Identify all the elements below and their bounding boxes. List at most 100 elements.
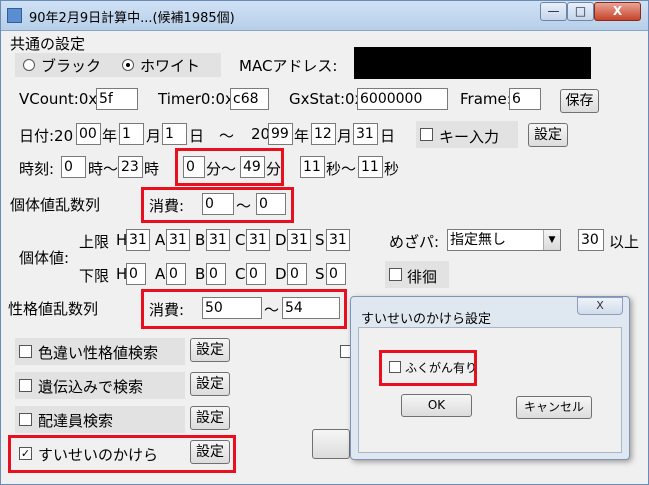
title-bar[interactable]: 90年2月9日計算中...(候補1985個) — □ X — [1, 1, 648, 31]
close-button[interactable]: X — [594, 2, 641, 21]
iv-upper-b-input[interactable]: 31 — [206, 229, 230, 251]
dialog-ok-button[interactable]: OK — [401, 394, 472, 417]
maximize-button[interactable]: □ — [567, 2, 594, 21]
frame-input[interactable]: 6 — [509, 88, 541, 110]
chevron-down-icon[interactable]: ▼ — [543, 230, 560, 250]
timer0-input[interactable]: c68 — [230, 88, 269, 110]
radio-black-label[interactable]: ブラック — [41, 55, 101, 76]
dialog-close-button[interactable]: X — [577, 297, 623, 315]
date-tilde: ～ — [219, 127, 235, 145]
hour-unit: 時～ — [88, 160, 119, 178]
key-input-label[interactable]: キー入力 — [439, 126, 499, 147]
gxstat-input[interactable]: 6000000 — [357, 88, 448, 110]
mezapa-power-input[interactable]: 30 — [578, 229, 604, 251]
comet-shard-settings-dialog: すいせいのかけら設定 X ふくがん有り OK キャンセル — [350, 296, 630, 460]
dialog-title: すいせいのかけら設定 — [361, 312, 492, 327]
date-start-month-input[interactable]: 1 — [119, 123, 144, 145]
iv-lower-stat-d: D — [275, 265, 287, 283]
pid-rng-highlight — [141, 289, 347, 329]
iv-lower-h-input[interactable]: 0 — [126, 263, 146, 285]
iv-upper-stat-a: A — [155, 231, 166, 249]
hour-to-input[interactable]: 23 — [118, 156, 143, 178]
shiny-search-checkbox[interactable] — [19, 345, 32, 358]
iv-label: 個体値: — [19, 249, 70, 267]
hour-from-input[interactable]: 0 — [61, 156, 86, 178]
delivery-search-settings-button[interactable]: 設定 — [190, 406, 230, 430]
iv-upper-stat-d: D — [275, 231, 287, 249]
iv-lower-stat-c: C — [235, 265, 246, 283]
haikai-label[interactable]: 徘徊 — [407, 266, 437, 287]
iv-lower-stat-s: S — [315, 265, 325, 283]
dialog-body — [358, 327, 622, 453]
iv-upper-stat-s: S — [315, 231, 325, 249]
iv-upper-stat-c: C — [235, 231, 246, 249]
key-input-settings-button[interactable]: 設定 — [528, 123, 568, 147]
iv-rng-highlight — [141, 187, 294, 223]
vcount-input[interactable]: 5f — [96, 88, 138, 110]
iv-lower-b-input[interactable]: 0 — [206, 263, 226, 285]
minimize-button[interactable]: — — [540, 2, 567, 21]
fukugan-highlight — [379, 350, 477, 386]
time-label: 時刻: — [19, 160, 55, 178]
iv-lower-stat-a: A — [155, 265, 166, 283]
iv-upper-c-input[interactable]: 31 — [246, 229, 270, 251]
radio-white[interactable] — [122, 59, 134, 71]
main-window: 90年2月9日計算中...(候補1985個) — □ X 共通の設定 ブラック … — [0, 0, 649, 485]
mezapa-select[interactable]: 指定無し ▼ — [447, 229, 561, 251]
shiny-search-label[interactable]: 色違い性格値検索 — [38, 342, 158, 363]
iv-lower-stat-b: B — [195, 265, 206, 283]
vcount-label: VCount:0x — [19, 90, 98, 108]
gxstat-label: GxStat:0x — [289, 90, 364, 108]
save-button[interactable]: 保存 — [560, 89, 599, 113]
iv-lower-c-input[interactable]: 0 — [246, 263, 266, 285]
iv-upper-label: 上限 — [79, 233, 110, 251]
date-end-day-input[interactable]: 31 — [353, 123, 378, 145]
delivery-search-checkbox[interactable] — [19, 413, 32, 426]
day-unit-end: 日 — [380, 127, 396, 145]
iv-lower-s-input[interactable]: 0 — [326, 263, 346, 285]
iv-upper-stat-b: B — [195, 231, 206, 249]
inherit-search-checkbox[interactable] — [19, 379, 32, 392]
iv-lower-a-input[interactable]: 0 — [166, 263, 186, 285]
iv-upper-a-input[interactable]: 31 — [166, 229, 190, 251]
iv-lower-d-input[interactable]: 0 — [287, 263, 307, 285]
timer0-label: Timer0:0x — [158, 90, 234, 108]
date-start-day-input[interactable]: 1 — [162, 123, 187, 145]
radio-white-label[interactable]: ホワイト — [140, 55, 200, 76]
minute-range-highlight — [175, 148, 284, 186]
radio-black[interactable] — [23, 59, 35, 71]
hour-end-unit: 時 — [144, 160, 160, 178]
year-unit-end: 年 — [294, 127, 310, 145]
mac-address-field-redacted[interactable] — [354, 47, 591, 79]
date-end-year-input[interactable]: 99 — [268, 123, 293, 145]
frame-label: Frame: — [460, 90, 512, 108]
inherit-search-label[interactable]: 遺伝込みで検索 — [38, 376, 143, 397]
second-from-input[interactable]: 11 — [300, 156, 325, 178]
date-start-year-input[interactable]: 00 — [76, 123, 101, 145]
inherit-search-settings-button[interactable]: 設定 — [190, 372, 230, 396]
key-input-checkbox[interactable] — [420, 128, 433, 141]
delivery-search-label[interactable]: 配達員検索 — [38, 410, 113, 431]
window-title: 90年2月9日計算中...(候補1985個) — [29, 11, 235, 26]
mezapa-suffix: 以上 — [609, 233, 640, 251]
iv-upper-s-input[interactable]: 31 — [326, 229, 350, 251]
shiny-search-settings-button[interactable]: 設定 — [190, 338, 230, 362]
dialog-cancel-button[interactable]: キャンセル — [516, 396, 592, 419]
iv-lower-label: 下限 — [79, 267, 110, 285]
comet-shard-highlight — [8, 435, 236, 473]
iv-upper-h-input[interactable]: 31 — [126, 229, 150, 251]
iv-upper-d-input[interactable]: 31 — [287, 229, 311, 251]
second-unit: 秒～ — [326, 160, 357, 178]
date-label: 日付:20 — [19, 127, 74, 145]
month-unit-end: 月 — [337, 127, 353, 145]
month-unit: 月 — [146, 127, 162, 145]
day-unit: 日 — [189, 127, 205, 145]
hidden-button[interactable] — [312, 429, 350, 459]
mac-address-label: MACアドレス: — [239, 57, 338, 75]
second-to-input[interactable]: 11 — [358, 156, 383, 178]
mezapa-selected-value: 指定無し — [450, 232, 506, 248]
haikai-checkbox[interactable] — [389, 268, 402, 281]
pid-rng-label: 性格値乱数列 — [8, 300, 99, 318]
iv-rng-label: 個体値乱数列 — [10, 196, 101, 214]
date-end-month-input[interactable]: 12 — [311, 123, 336, 145]
